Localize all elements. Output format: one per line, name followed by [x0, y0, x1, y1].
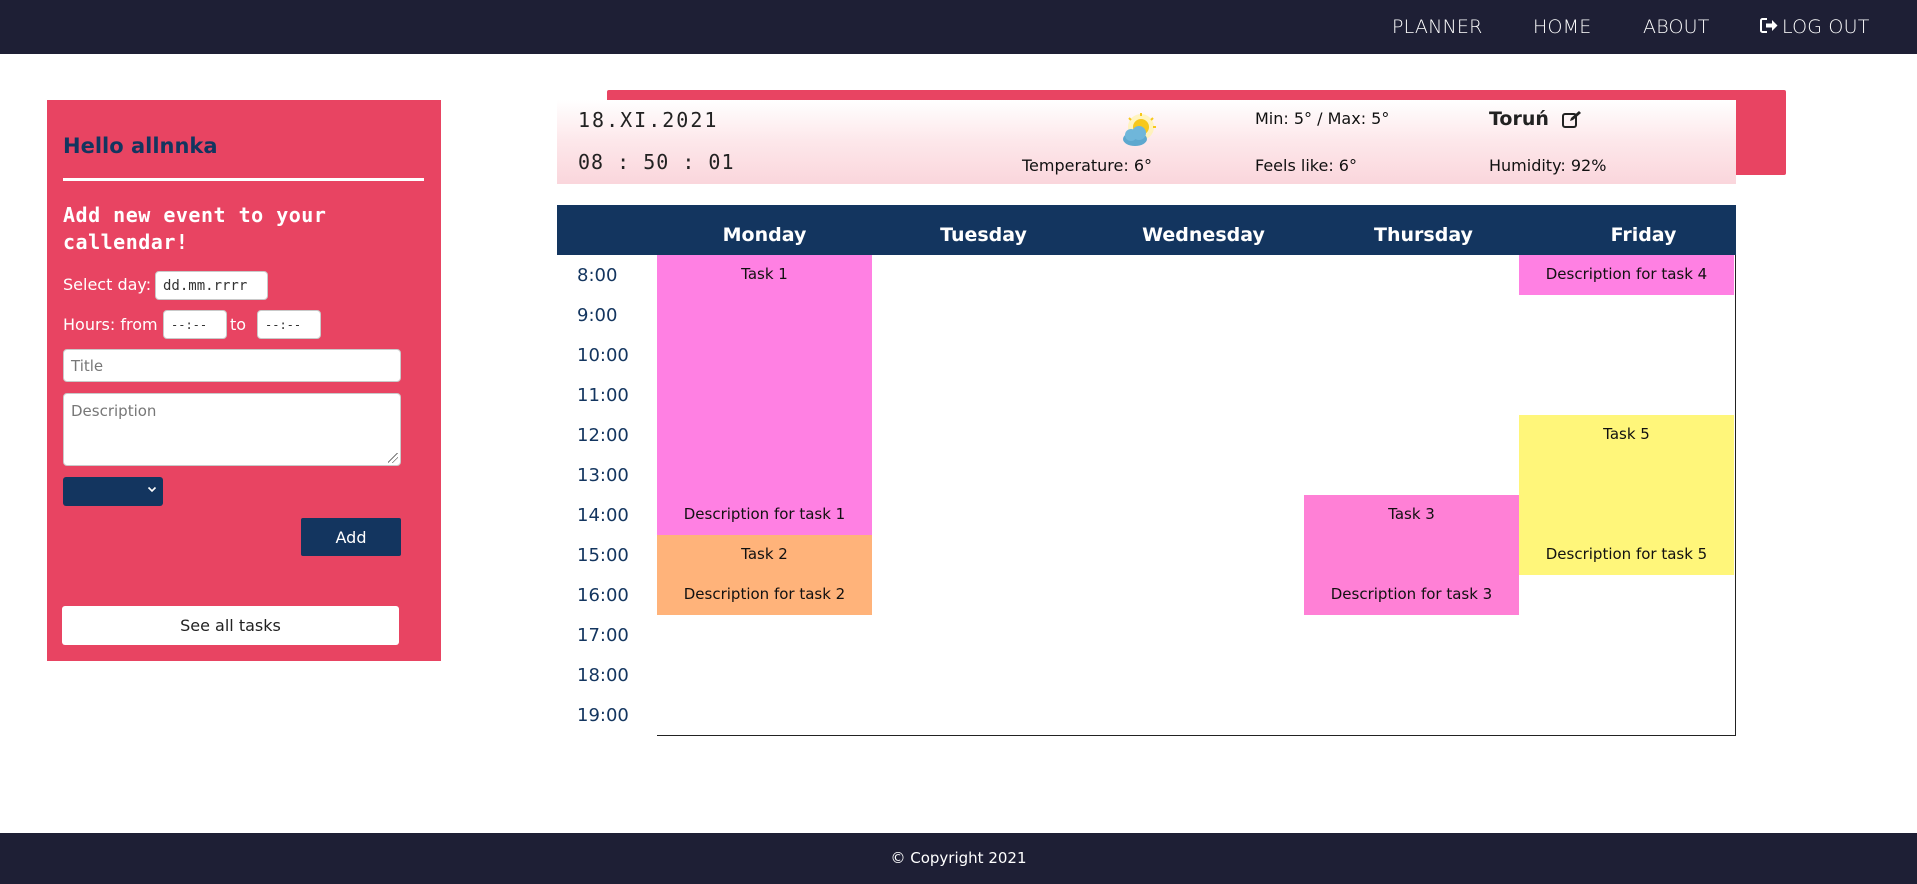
task-description: Description for task 3: [1330, 585, 1493, 603]
copyright-text: © Copyright 2021: [890, 849, 1027, 867]
day-header-tuesday: Tuesday: [940, 224, 1027, 246]
resize-grip-icon[interactable]: [388, 453, 398, 463]
task-description: Description for task 2: [683, 585, 846, 603]
footer: © Copyright 2021: [0, 833, 1917, 884]
task-block[interactable]: Description for task 4: [1519, 255, 1734, 295]
select-day-label: Select day:: [63, 275, 152, 294]
hours-to-label: to: [230, 315, 247, 334]
task-description: Description for task 5: [1545, 545, 1708, 563]
day-header-thursday: Thursday: [1374, 224, 1473, 246]
hour-label: 15:00: [577, 545, 629, 566]
add-button[interactable]: Add: [301, 518, 401, 556]
task-block[interactable]: Task 3 Description for task 3: [1304, 495, 1519, 615]
nav-about-link[interactable]: ABOUT: [1643, 0, 1710, 54]
nav-logout-link[interactable]: LOG OUT: [1760, 0, 1870, 54]
partly-cloudy-icon: [1117, 112, 1159, 150]
title-input[interactable]: Title: [63, 349, 401, 382]
weather-widget: 18.XI.2021 08 : 50 : 01 Temperature: 6° …: [557, 100, 1736, 184]
hour-label: 18:00: [577, 665, 629, 686]
description-placeholder: Description: [71, 402, 157, 420]
current-date: 18.XI.2021: [578, 108, 719, 132]
task-description: Description for task 1: [683, 505, 846, 523]
current-time: 08 : 50 : 01: [578, 150, 735, 174]
task-description: Description for task 4: [1545, 265, 1708, 283]
description-textarea[interactable]: Description: [63, 393, 401, 466]
nav-planner-link[interactable]: PLANNER: [1392, 0, 1483, 54]
day-header-friday: Friday: [1610, 224, 1677, 246]
feels-like-text: Feels like: 6°: [1255, 156, 1357, 175]
task-title: Task 1: [741, 265, 788, 283]
task-block[interactable]: Task 1 Description for task 1: [657, 255, 872, 535]
date-input[interactable]: dd.mm.rrrr: [155, 271, 268, 300]
top-navbar: PLANNER HOME ABOUT LOG OUT: [0, 0, 1917, 54]
hour-label: 14:00: [577, 505, 629, 526]
calendar-header: Monday Tuesday Wednesday Thursday Friday: [557, 205, 1736, 255]
hour-label: 16:00: [577, 585, 629, 606]
task-title: Task 2: [741, 545, 788, 563]
city-name: Toruń: [1489, 108, 1582, 133]
add-event-panel: Hello allnnka Add new event to your call…: [47, 100, 441, 661]
form-heading: Add new event to your callendar!: [63, 203, 327, 254]
hour-label: 9:00: [577, 305, 618, 326]
hour-label: 19:00: [577, 705, 629, 726]
nav-home-link[interactable]: HOME: [1533, 0, 1591, 54]
edit-icon[interactable]: [1561, 110, 1582, 133]
see-all-tasks-button[interactable]: See all tasks: [62, 606, 399, 645]
hour-label: 8:00: [577, 265, 618, 286]
hour-label: 13:00: [577, 465, 629, 486]
hour-label: 11:00: [577, 385, 629, 406]
temperature-text: Temperature: 6°: [1022, 156, 1153, 175]
city-label: Toruń: [1489, 108, 1549, 130]
task-block[interactable]: Task 5 Description for task 5: [1519, 415, 1734, 575]
day-header-monday: Monday: [722, 224, 807, 246]
category-select[interactable]: [63, 477, 163, 506]
day-header-wednesday: Wednesday: [1142, 224, 1265, 246]
hours-from-label: Hours: from: [63, 315, 158, 334]
task-block[interactable]: Task 2 Description for task 2: [657, 535, 872, 615]
hour-label: 12:00: [577, 425, 629, 446]
chevron-down-icon: [147, 483, 157, 497]
hour-label: 17:00: [577, 625, 629, 646]
time-from-input[interactable]: --:--: [163, 310, 227, 339]
humidity-text: Humidity: 92%: [1489, 156, 1607, 175]
task-title: Task 5: [1603, 425, 1650, 443]
logout-label: LOG OUT: [1782, 16, 1870, 38]
greeting-text: Hello allnnka: [63, 134, 218, 158]
time-to-input[interactable]: --:--: [257, 310, 321, 339]
task-title: Task 3: [1388, 505, 1435, 523]
min-max-text: Min: 5° / Max: 5°: [1255, 109, 1390, 128]
logout-icon: [1760, 1, 1778, 55]
panel-divider: [63, 178, 424, 181]
hour-label: 10:00: [577, 345, 629, 366]
